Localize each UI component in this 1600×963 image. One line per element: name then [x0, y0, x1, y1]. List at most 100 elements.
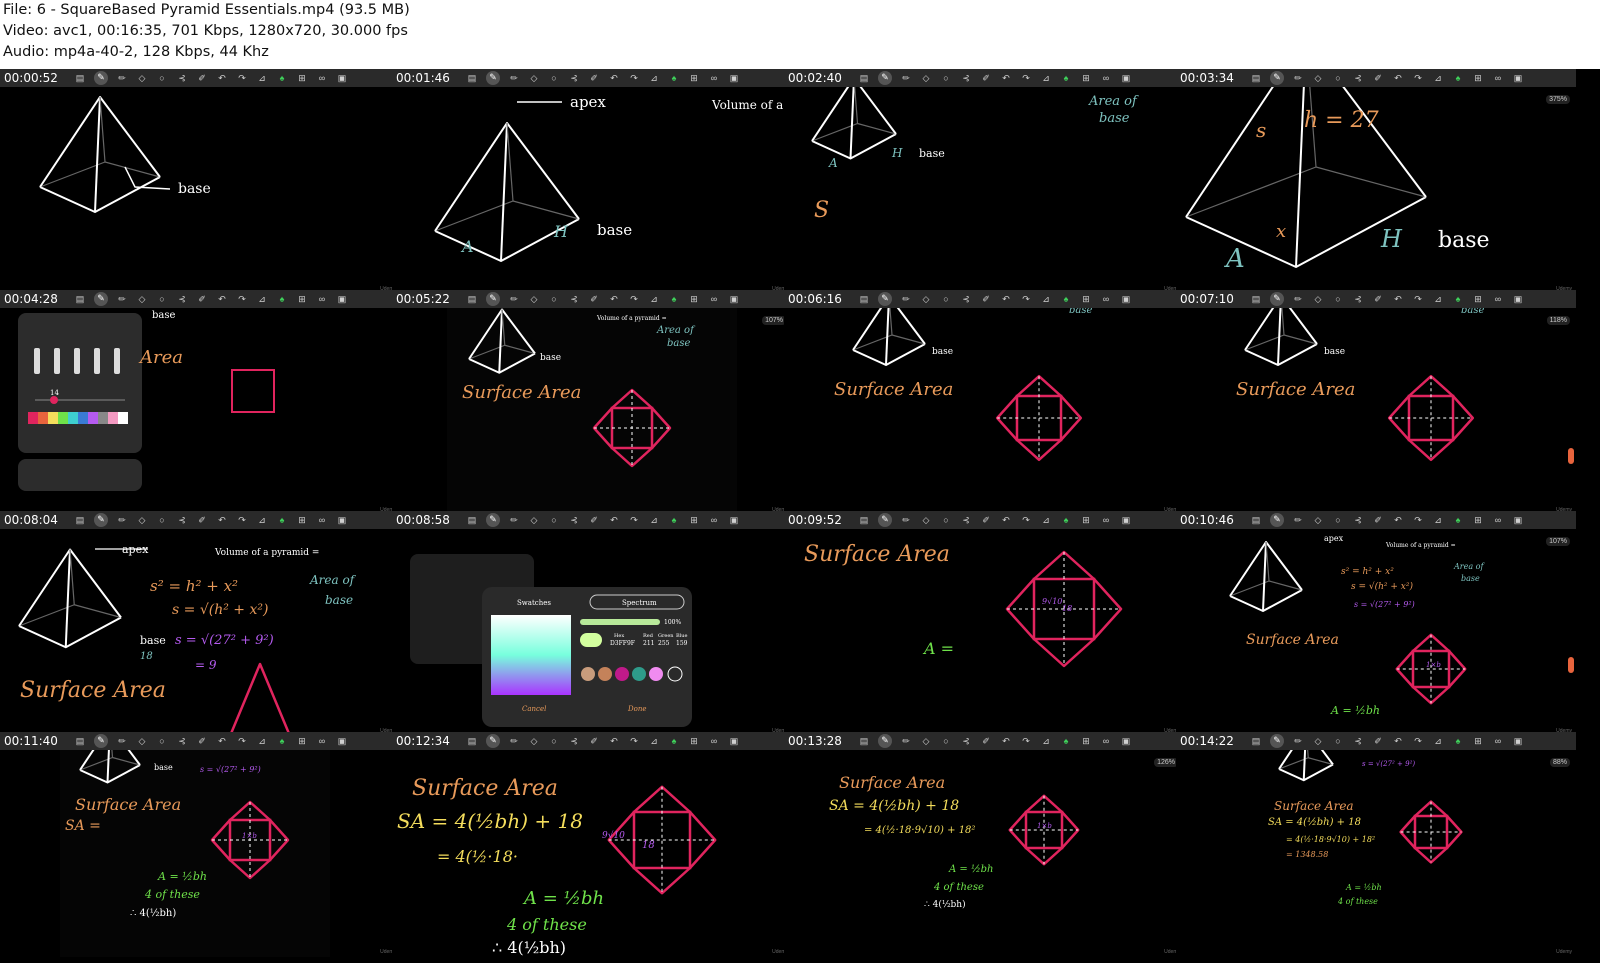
drawing-canvas: h = 27 s x A Hbase 375% Udemy [1176, 87, 1576, 294]
frame-timecode: 00:01:46 [396, 71, 450, 85]
canvas-svg: apex Volume of a p H base A [434, 93, 792, 262]
pyramid-drawing [18, 548, 122, 649]
marker-icon: ♠ [1063, 736, 1069, 746]
recent-color[interactable] [649, 667, 663, 681]
pyramid-back-edge [1244, 334, 1318, 351]
color-swatch[interactable] [48, 412, 58, 424]
height-label: h = 27 [1304, 108, 1379, 133]
color-swatch[interactable] [98, 412, 108, 424]
recent-color[interactable] [632, 667, 646, 681]
recent-color[interactable] [581, 667, 595, 681]
pencil-icon: ✏ [902, 73, 910, 83]
scroll-handle[interactable] [1568, 448, 1574, 464]
volume-label: Volume of a pyramid = [214, 548, 319, 558]
eraser-icon: ◇ [922, 294, 930, 304]
color-swatch[interactable] [68, 412, 78, 424]
pen-tip[interactable] [94, 348, 100, 374]
pen-icon: ✎ [1270, 292, 1284, 306]
zoom-badge: 126% [1154, 758, 1178, 767]
pencil-icon: ✏ [118, 736, 126, 746]
spectrum-field[interactable] [491, 615, 571, 695]
color-swatch[interactable] [118, 412, 128, 424]
color-swatch[interactable] [88, 412, 98, 424]
shape-icon: ⊰ [1354, 294, 1362, 304]
undo-icon: ↶ [610, 294, 618, 304]
recent-color[interactable] [615, 667, 629, 681]
color-swatch[interactable] [78, 412, 88, 424]
lasso-icon: ○ [159, 294, 165, 304]
recent-color[interactable] [598, 667, 612, 681]
sa-step: = 4(½·18·9√10) + 18² [1286, 835, 1375, 844]
frame-timecode: 00:12:34 [396, 734, 450, 748]
opacity-slider[interactable] [580, 619, 660, 625]
frame-icon: ⊞ [1474, 736, 1482, 746]
page-icon: ▣ [1121, 736, 1131, 746]
eraser-icon: ◇ [922, 736, 930, 746]
color-swatch[interactable] [58, 412, 68, 424]
pyramid-net-drawing [1387, 374, 1475, 462]
color-swatch[interactable] [38, 412, 48, 424]
page-icon: ▣ [337, 294, 347, 304]
color-swatch[interactable] [108, 412, 118, 424]
page-icon: ▣ [1513, 73, 1523, 83]
text-icon: ✐ [1374, 73, 1382, 83]
pyramid-back-edge [1278, 757, 1334, 770]
equation-1: s² = h² + x² [150, 577, 238, 595]
menu-icon: ▤ [859, 736, 869, 746]
pen-tip[interactable] [114, 348, 120, 374]
eraser-icon: ◇ [530, 294, 538, 304]
ruler-icon: ⊿ [650, 736, 658, 746]
frame-icon: ⊞ [690, 515, 698, 525]
canvas-svg: base base Surface Area [1236, 308, 1484, 462]
menu-icon: ▤ [467, 294, 477, 304]
ruler-icon: ⊿ [1434, 73, 1442, 83]
redo-icon: ↷ [630, 294, 638, 304]
shape-icon: ⊰ [570, 515, 578, 525]
page-icon: ▣ [729, 73, 739, 83]
frame-icon: ⊞ [1474, 73, 1482, 83]
pencil-icon: ✏ [1294, 294, 1302, 304]
pen-icon: ✎ [878, 734, 892, 748]
color-swatch[interactable] [28, 412, 38, 424]
volume-label: Volume of a pyramid = [596, 315, 667, 322]
redo-icon: ↷ [238, 515, 246, 525]
blue-label: Blue [676, 633, 687, 639]
pyramid-drawing [39, 96, 161, 213]
size-slider-handle[interactable] [50, 396, 58, 404]
eraser-icon: ◇ [138, 515, 146, 525]
text-icon: ✐ [198, 515, 206, 525]
lasso-icon: ○ [1335, 294, 1341, 304]
undo-icon: ↶ [1002, 294, 1010, 304]
eraser-icon: ◇ [1314, 515, 1322, 525]
page-icon: ▣ [729, 515, 739, 525]
marker-icon: ♠ [1455, 736, 1461, 746]
page-icon: ▣ [1513, 515, 1523, 525]
video-info-line: Video: avc1, 00:16:35, 701 Kbps, 1280x72… [3, 23, 408, 39]
pen-tip[interactable] [74, 348, 80, 374]
pen-tip[interactable] [34, 348, 40, 374]
frame-icon: ⊞ [298, 294, 306, 304]
ruler-icon: ⊿ [1042, 515, 1050, 525]
pen-tip[interactable] [54, 348, 60, 374]
eighteen-label: 18 [642, 840, 655, 851]
pyramid-hidden-edge [854, 87, 859, 124]
current-color-swatch [580, 633, 602, 647]
eraser-icon: ◇ [922, 73, 930, 83]
equation-2: s = √(h² + x²) [172, 602, 268, 618]
drawing-toolbar: 00:01:46 ▤ ✎ ✏ ◇ ○ ⊰ ✐ ↶ ↷ ⊿ ♠ ⊞ ∞ ▣ [392, 69, 792, 87]
scroll-handle[interactable] [1568, 657, 1574, 673]
drawing-toolbar: 00:08:58 ▤ ✎ ✏ ◇ ○ ⊰ ✐ ↶ ↷ ⊿ ♠ ⊞ ∞ ▣ [392, 511, 792, 529]
cancel-button: Cancel [522, 705, 546, 713]
eraser-icon: ◇ [1314, 736, 1322, 746]
lasso-icon: ○ [159, 736, 165, 746]
shape-icon: ⊰ [178, 515, 186, 525]
lasso-icon: ○ [159, 515, 165, 525]
udemy-watermark: Udemy [1556, 949, 1572, 955]
lasso-icon: ○ [943, 73, 949, 83]
menu-icon: ▤ [859, 294, 869, 304]
redo-icon: ↷ [238, 736, 246, 746]
page-icon: ▣ [729, 736, 739, 746]
pencil-icon: ✏ [510, 73, 518, 83]
canvas-svg: base H A Area of base S [811, 87, 1139, 223]
shape-icon: ⊰ [962, 73, 970, 83]
